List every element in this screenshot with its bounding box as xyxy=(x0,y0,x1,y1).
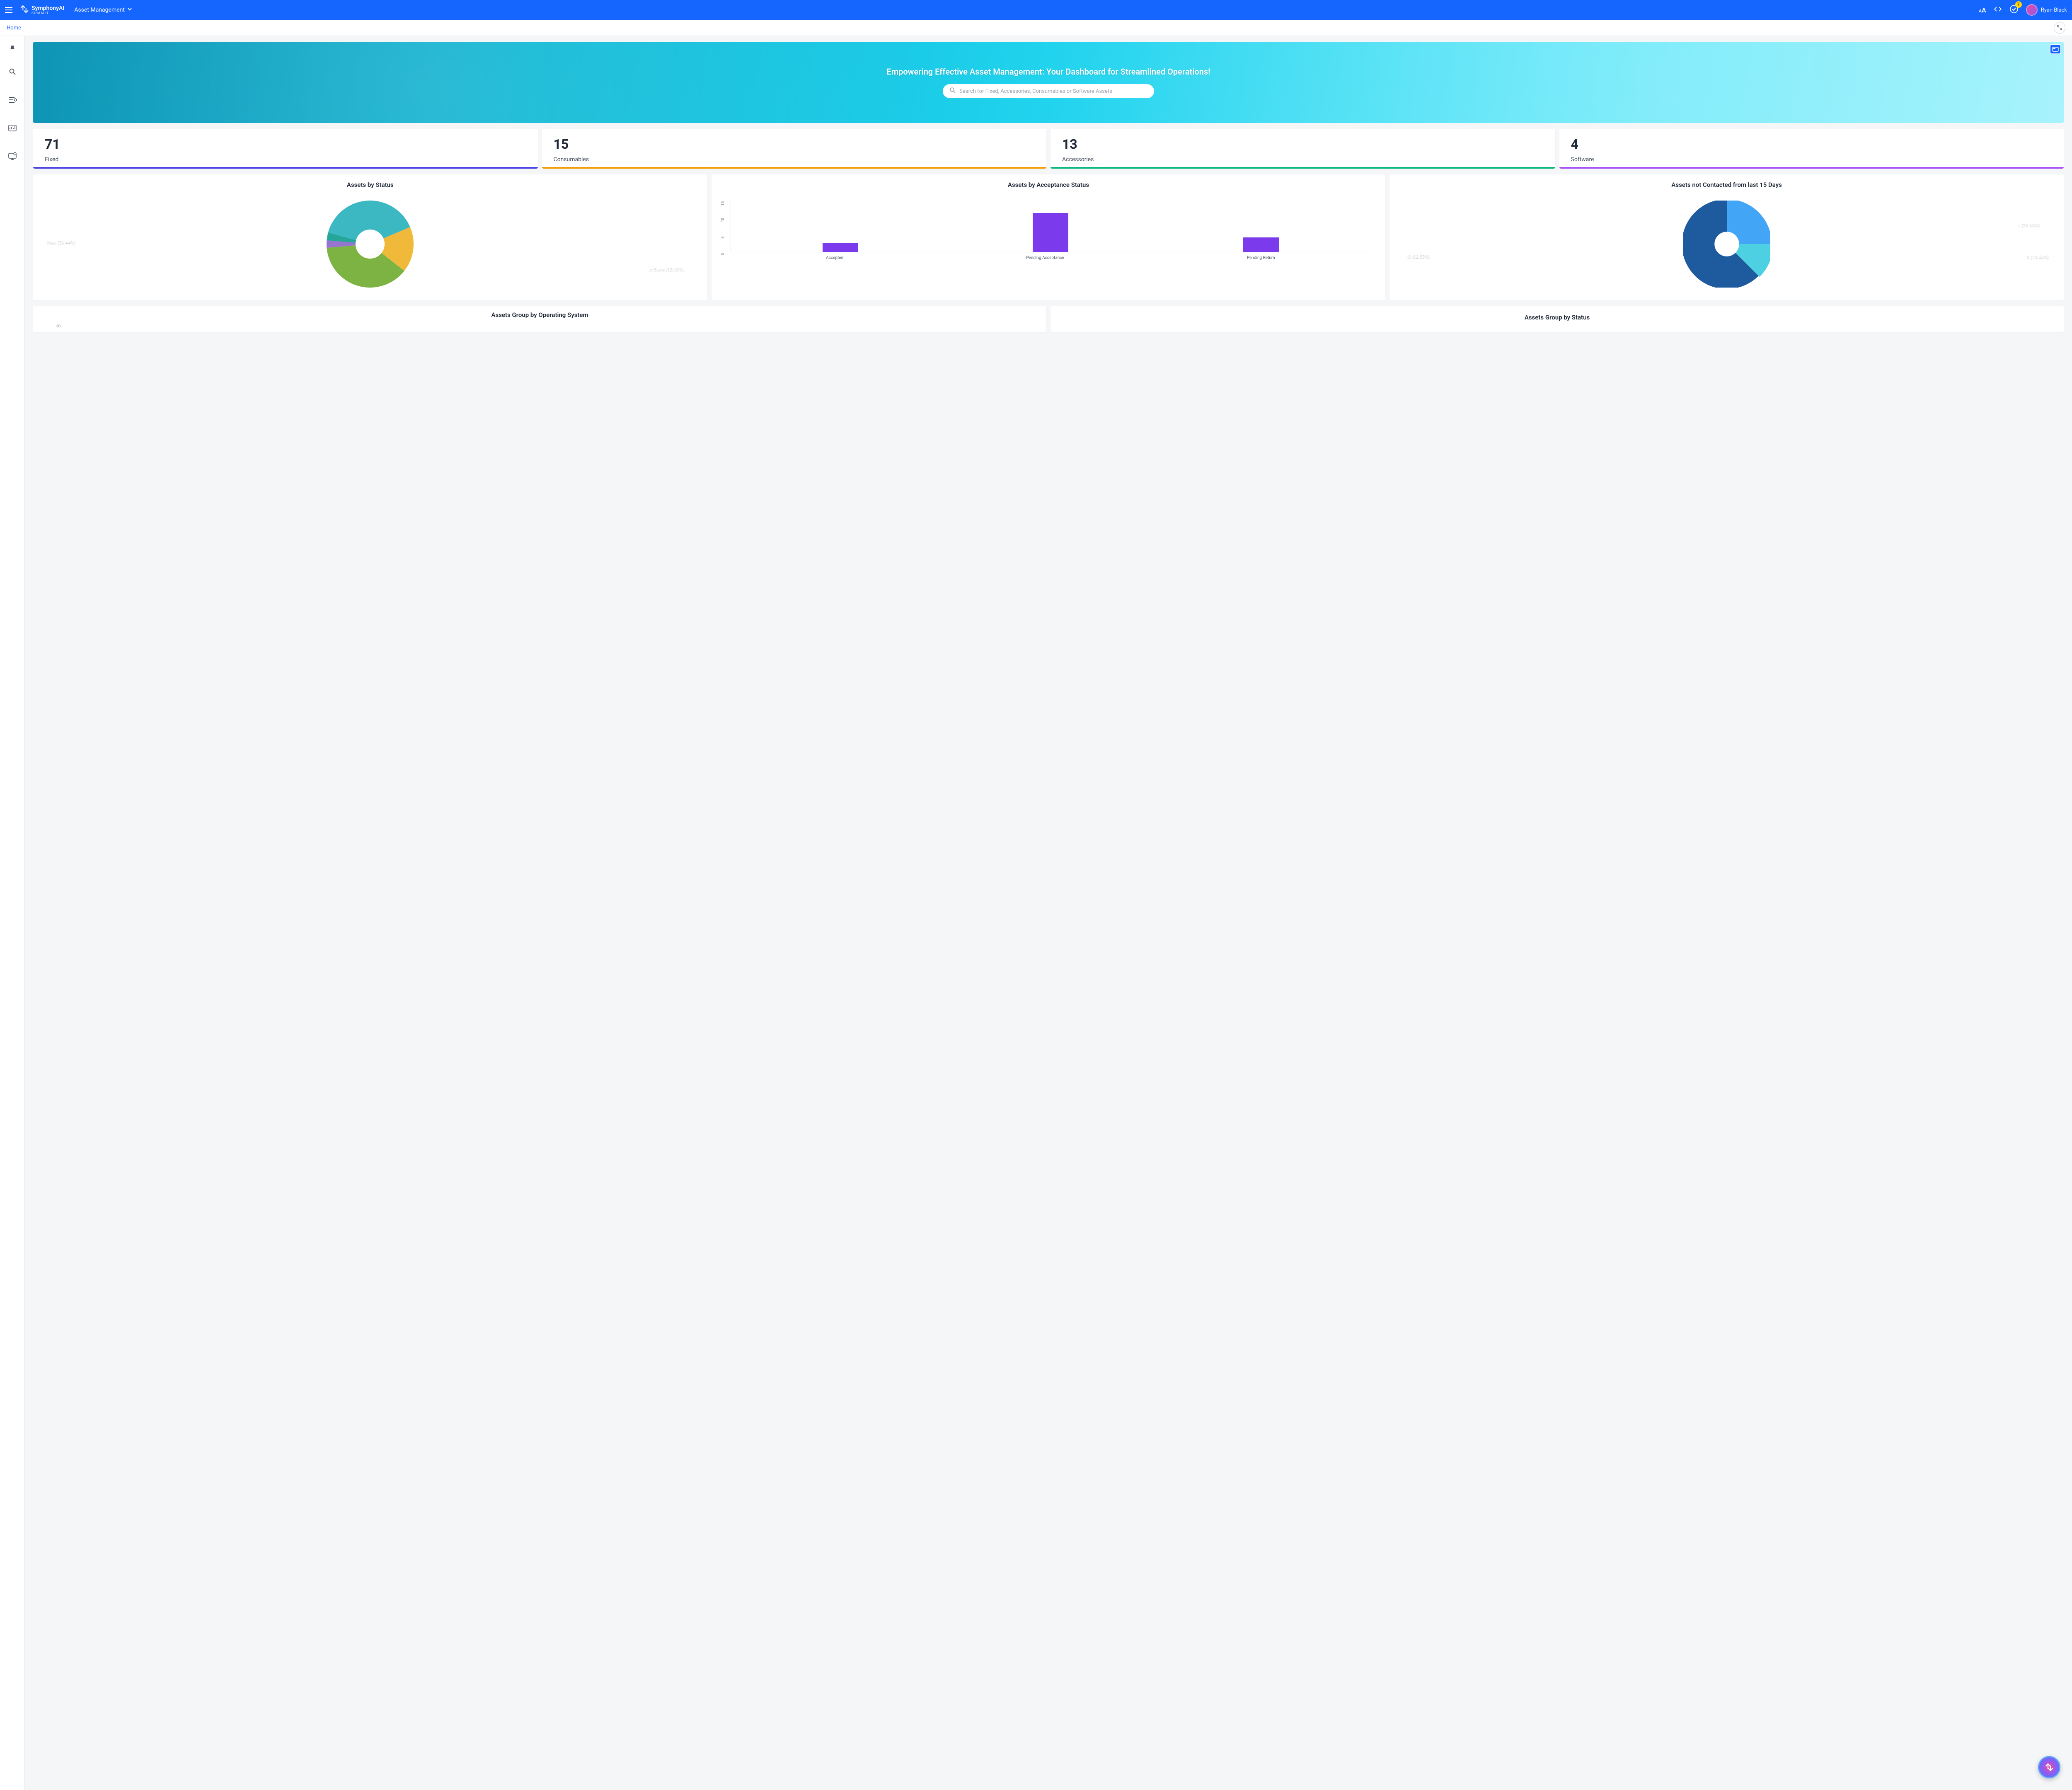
y-axis-labels: 15 10 5 0 xyxy=(718,198,728,252)
donut-label-b: 2 (12.50%) xyxy=(2027,254,2049,260)
breadcrumb-home[interactable]: Home xyxy=(7,25,21,31)
chevron-down-icon xyxy=(127,7,132,13)
hero-search-input[interactable] xyxy=(959,88,1147,94)
x-label: Pending Acceptance xyxy=(1026,256,1064,260)
y-tick: 0 xyxy=(721,245,725,255)
chart-assets-group-os: Assets Group by Operating System 30 xyxy=(33,306,1046,332)
stat-value: 13 xyxy=(1062,136,1544,152)
avatar-icon xyxy=(2026,4,2038,16)
stat-card-software[interactable]: 4 Software xyxy=(1559,129,2064,169)
logo-icon xyxy=(20,5,29,15)
large-a-icon: A xyxy=(1982,6,1986,14)
donut-label-a: 4 (25.00%) xyxy=(2018,223,2040,228)
hero-search[interactable] xyxy=(943,84,1154,98)
stat-accent-bar xyxy=(542,167,1047,169)
sidebar-item-flow[interactable] xyxy=(5,92,20,107)
breadcrumb-bar: Home xyxy=(0,20,2072,36)
chart-assets-group-status: Assets Group by Status xyxy=(1051,306,2064,332)
chart-title: Assets by Acceptance Status xyxy=(718,181,1379,189)
logo-text: SymphonyAI xyxy=(31,5,64,11)
search-icon xyxy=(949,87,956,95)
module-label: Asset Management xyxy=(74,7,125,13)
chart-assets-by-status: Assets by Status New (39.44%) In Store (… xyxy=(33,174,707,300)
user-menu[interactable]: Ryan Black xyxy=(2026,4,2067,16)
stat-accent-bar xyxy=(1051,167,1555,169)
small-a-icon: A xyxy=(1979,8,1982,14)
stat-value: 15 xyxy=(554,136,1035,152)
hero-card-button[interactable] xyxy=(2050,44,2061,54)
stat-row: 71 Fixed 15 Consumables 13 Accessories 4… xyxy=(33,129,2064,169)
x-label: Accepted xyxy=(826,256,843,260)
user-name: Ryan Black xyxy=(2041,7,2067,13)
stat-card-fixed[interactable]: 71 Fixed xyxy=(33,129,538,169)
stat-card-accessories[interactable]: 13 Accessories xyxy=(1051,129,1555,169)
stat-label: Accessories xyxy=(1062,156,1544,163)
font-size-toggle[interactable]: A A xyxy=(1979,6,1986,14)
donut-chart[interactable]: 4 (25.00%) 2 (12.50%) 10 (62.50%) xyxy=(1396,194,2057,294)
y-tick: 10 xyxy=(721,212,725,222)
chart-assets-by-acceptance: Assets by Acceptance Status 15 10 5 0 xyxy=(712,174,1386,300)
stat-accent-bar xyxy=(1559,167,2064,169)
chart-row-bottom: Assets Group by Operating System 30 Asse… xyxy=(33,306,2064,332)
bar-chart[interactable]: 15 10 5 0 Accepted Pending Acceptance Pe… xyxy=(718,194,1379,265)
chart-title: Assets Group by Status xyxy=(1057,314,2057,321)
stat-card-consumables[interactable]: 15 Consumables xyxy=(542,129,1047,169)
bar-accepted[interactable] xyxy=(823,243,858,252)
stat-label: Consumables xyxy=(554,156,1035,163)
hero-title: Empowering Effective Asset Management: Y… xyxy=(886,67,1210,77)
sidebar-item-monitor[interactable] xyxy=(5,149,20,164)
y-tick: 5 xyxy=(721,229,725,239)
stat-label: Software xyxy=(1571,156,2053,163)
chart-title: Assets not Contacted from last 15 Days xyxy=(1396,181,2057,189)
stat-value: 71 xyxy=(45,136,526,152)
hero-banner: Empowering Effective Asset Management: Y… xyxy=(33,42,2064,123)
x-axis-labels: Accepted Pending Acceptance Pending Retu… xyxy=(731,256,1371,260)
x-label: Pending Return xyxy=(1247,256,1275,260)
sidebar-search[interactable] xyxy=(5,64,20,79)
chart-title: Assets Group by Operating System xyxy=(40,311,1040,319)
stat-label: Fixed xyxy=(45,156,526,163)
sidebar-pin[interactable] xyxy=(5,41,20,56)
stat-value: 4 xyxy=(1571,136,2053,152)
expand-button[interactable] xyxy=(2054,22,2065,34)
module-selector[interactable]: Asset Management xyxy=(74,7,132,13)
assistant-icon xyxy=(2044,1762,2055,1773)
logo-subtext: SUMMIT xyxy=(31,11,64,15)
menu-toggle-button[interactable] xyxy=(5,5,15,15)
stat-accent-bar xyxy=(33,167,538,169)
y-tick: 15 xyxy=(721,196,725,206)
sidebar-item-dashboard[interactable] xyxy=(5,121,20,135)
chart-row: Assets by Status New (39.44%) In Store (… xyxy=(33,174,2064,300)
app-header: SymphonyAI SUMMIT Asset Management A A 7… xyxy=(0,0,2072,20)
main-content: Empowering Effective Asset Management: Y… xyxy=(25,36,2072,1790)
notification-count-badge: 7 xyxy=(2015,1,2022,8)
sidebar xyxy=(0,36,25,1790)
approvals-button[interactable]: 7 xyxy=(2009,5,2019,15)
code-button[interactable] xyxy=(1994,5,2002,15)
chart-title: Assets by Status xyxy=(40,181,701,189)
assistant-fab[interactable] xyxy=(2038,1756,2060,1778)
bar-pending-acceptance[interactable] xyxy=(1033,213,1068,252)
y-tick: 30 xyxy=(56,324,1040,329)
donut-chart[interactable]: New (39.44%) In Store (38.03%) xyxy=(40,194,701,294)
donut-label-instore: In Store (38.03%) xyxy=(649,267,684,272)
logo[interactable]: SymphonyAI SUMMIT xyxy=(20,5,64,15)
chart-assets-not-contacted: Assets not Contacted from last 15 Days 4… xyxy=(1389,174,2064,300)
donut-label-c: 10 (62.50%) xyxy=(1405,254,1430,259)
bar-pending-return[interactable] xyxy=(1243,237,1279,252)
donut-label-new: New (39.44%) xyxy=(47,240,75,245)
